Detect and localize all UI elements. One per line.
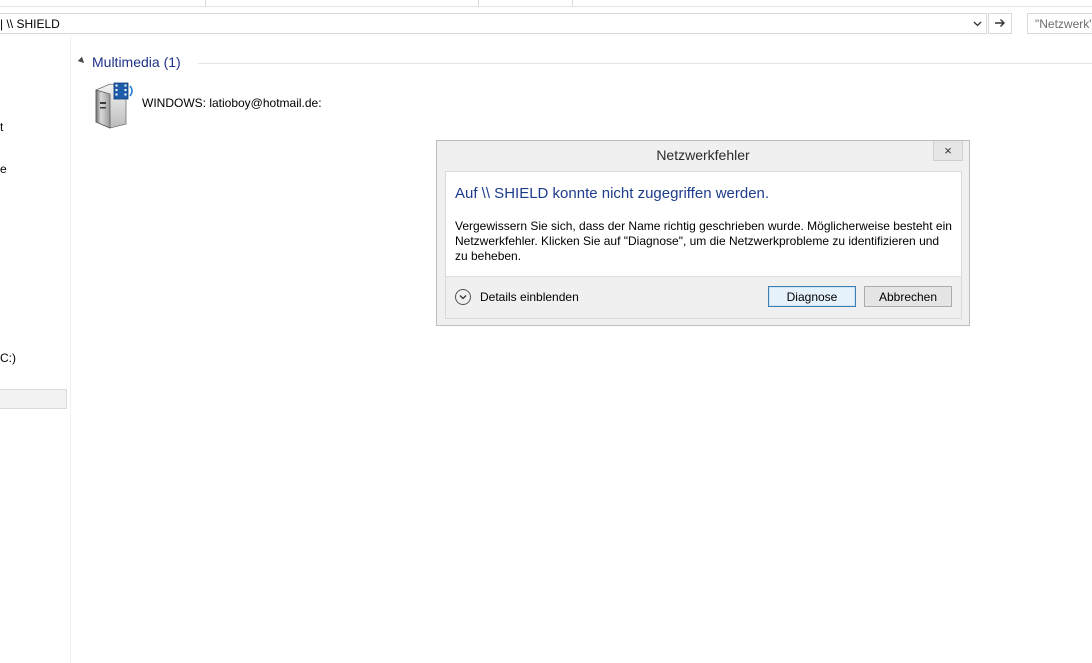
address-bar[interactable]: | \\ SHIELD — [0, 13, 987, 34]
group-header-multimedia[interactable]: Multimedia (1) — [77, 54, 1092, 72]
close-button[interactable]: × — [933, 141, 963, 161]
navigation-pane: t e C:) — [0, 36, 71, 663]
collapse-triangle-icon[interactable] — [77, 56, 87, 66]
chevron-down-circle-icon[interactable] — [455, 289, 471, 305]
dialog-footer: Details einblenden Diagnose Abbrechen — [446, 276, 961, 318]
details-label: Details einblenden — [480, 290, 579, 304]
cancel-button[interactable]: Abbrechen — [864, 286, 952, 307]
ribbon-separator — [478, 0, 479, 6]
nav-item-selected[interactable] — [0, 389, 67, 409]
nav-item[interactable]: t — [0, 120, 3, 134]
search-input[interactable]: "Netzwerk" — [1027, 13, 1092, 34]
address-path: | \\ SHIELD — [0, 17, 60, 31]
network-error-dialog: Netzwerkfehler × Auf \\ SHIELD konnte ni… — [436, 140, 970, 326]
dialog-body: Auf \\ SHIELD konnte nicht zugegriffen w… — [445, 171, 962, 319]
details-toggle[interactable]: Details einblenden — [455, 287, 579, 307]
go-button[interactable] — [988, 13, 1012, 34]
ribbon-strip — [0, 0, 1092, 7]
search-placeholder: "Netzwerk" — [1035, 17, 1092, 31]
item-label: WINDOWS: latioboy@hotmail.de: — [142, 96, 322, 110]
close-icon: × — [944, 143, 952, 158]
ribbon-separator — [205, 0, 206, 6]
nav-item[interactable]: C:) — [0, 351, 16, 365]
group-divider — [198, 63, 1092, 64]
dialog-title: Netzwerkfehler — [656, 147, 750, 163]
main-instruction: Auf \\ SHIELD konnte nicht zugegriffen w… — [455, 185, 770, 202]
ribbon-separator — [572, 0, 573, 6]
list-item[interactable]: WINDOWS: latioboy@hotmail.de: — [92, 80, 332, 132]
nav-item[interactable]: e — [0, 162, 7, 176]
group-title: Multimedia (1) — [92, 54, 181, 70]
media-device-icon — [92, 80, 138, 130]
diagnose-button[interactable]: Diagnose — [768, 286, 856, 307]
chevron-down-icon[interactable] — [968, 14, 986, 33]
arrow-right-icon — [994, 17, 1006, 31]
dialog-content-text: Vergewissern Sie sich, dass der Name ric… — [455, 219, 952, 263]
